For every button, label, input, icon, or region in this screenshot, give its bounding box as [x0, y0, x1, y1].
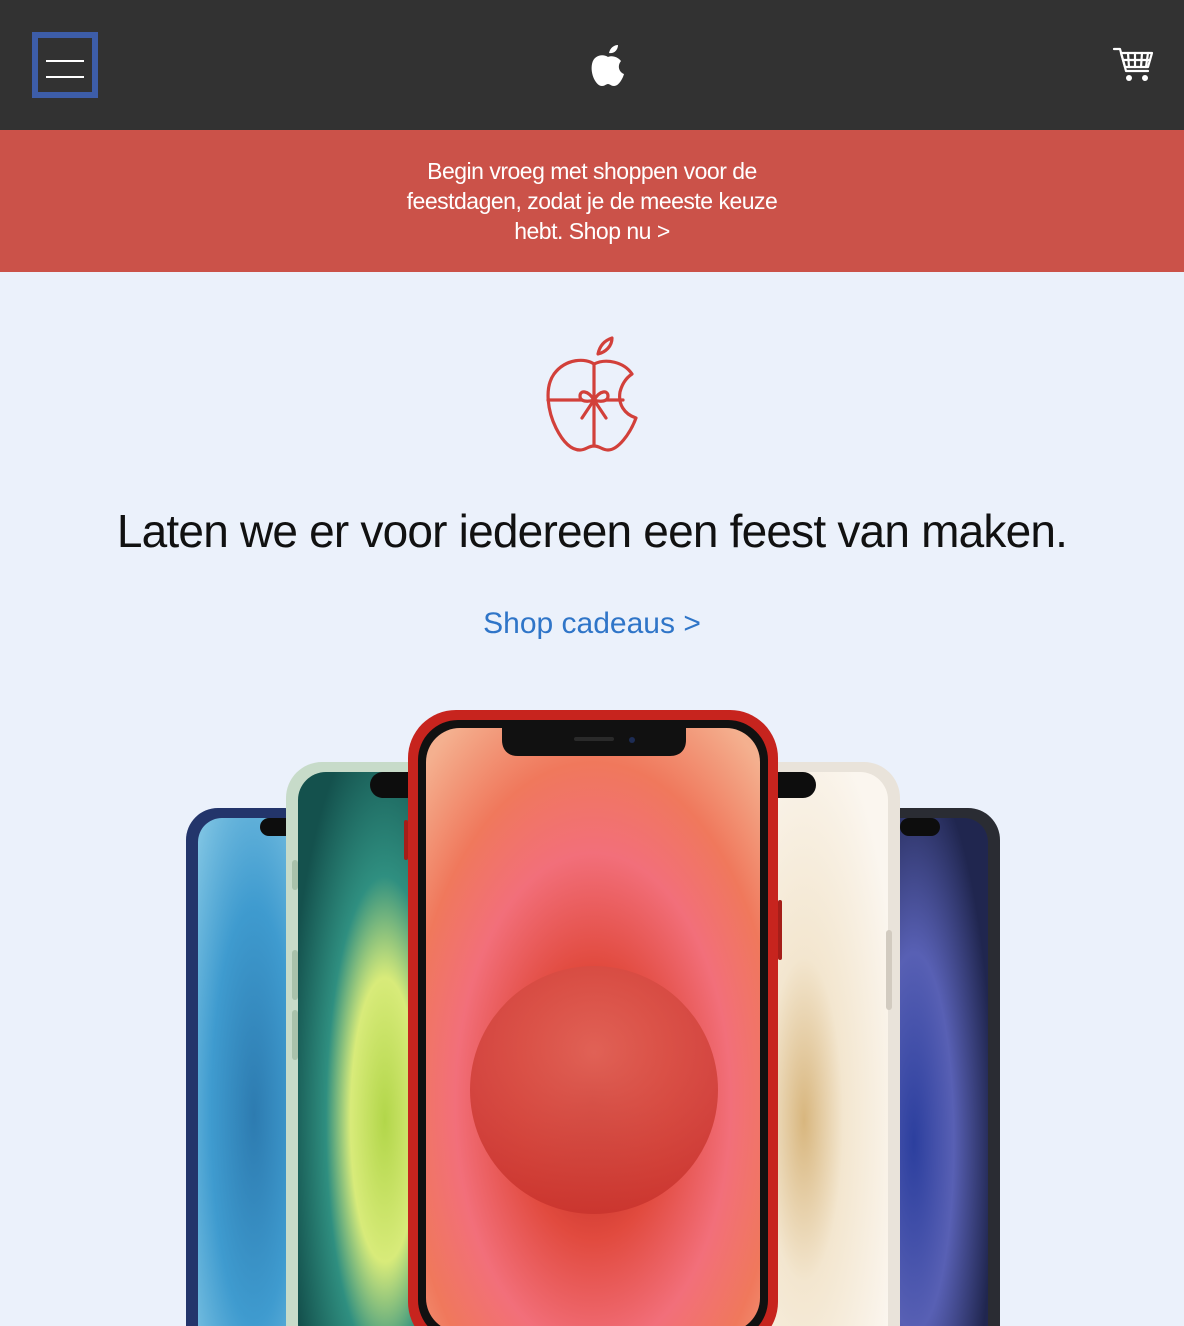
hamburger-menu-icon — [46, 60, 84, 62]
top-nav — [0, 0, 1184, 130]
apple-gift-bow-icon — [546, 336, 638, 452]
shop-gifts-link[interactable]: Shop cadeaus > — [0, 604, 1184, 644]
apple-logo-icon[interactable] — [588, 44, 628, 88]
hero-headline: Laten we er voor iedereen een feest van … — [116, 505, 1068, 557]
hamburger-menu-icon-bar — [46, 76, 84, 78]
promo-text[interactable]: Begin vroeg met shoppen voor de feestdag… — [382, 156, 802, 246]
iphone-12-lineup-image — [186, 710, 1000, 1326]
shopping-cart-icon[interactable] — [1112, 44, 1156, 84]
menu-button[interactable] — [32, 32, 98, 98]
promo-banner: Begin vroeg met shoppen voor de feestdag… — [0, 130, 1184, 272]
